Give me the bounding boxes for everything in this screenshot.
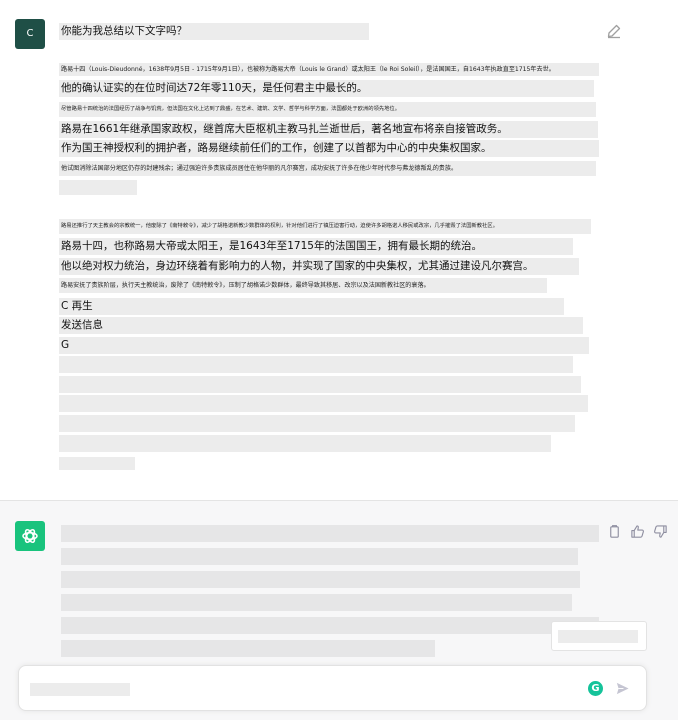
regenerate-button[interactable]: [551, 621, 647, 651]
redacted-line: [59, 395, 588, 412]
chatgpt-logo-icon: [15, 521, 45, 551]
redacted-line: [59, 356, 573, 373]
response-line: [61, 640, 435, 657]
copy-icon[interactable]: [607, 524, 622, 539]
response-line: [61, 525, 599, 542]
text-line: 发送信息: [59, 317, 583, 334]
text-line: 路易十四，也称路易大帝或太阳王，是1643年至1715年的法国国王，拥有最长期的…: [59, 238, 573, 255]
user-question: 你能为我总结以下文字吗？: [59, 23, 369, 40]
text-line: G: [59, 337, 589, 354]
text-line: 尽管路易十四统治的法国经历了战争与饥荒，但法国在文化上达到了鼎盛，在艺术、建筑、…: [59, 102, 596, 117]
message-input[interactable]: G: [18, 665, 647, 711]
redacted-line: [59, 457, 135, 470]
redacted-line: [59, 376, 581, 393]
user-avatar: C: [15, 19, 45, 49]
text-line: 路易安抚了贵族阶层，执行天主教统治，废除了《南特敕令》，压制了胡格诺少数群体，最…: [59, 278, 547, 293]
grammarly-icon[interactable]: G: [588, 681, 603, 696]
text-line: 作为国王神授权利的拥护者，路易继续前任们的工作，创建了以首都为中心的中央集权国家…: [59, 140, 599, 157]
edit-icon[interactable]: [606, 23, 622, 39]
thumbs-down-icon[interactable]: [653, 524, 668, 539]
redacted-placeholder: [30, 683, 130, 696]
redacted-line: [59, 435, 551, 452]
response-line: [61, 594, 572, 611]
text-line: 他试图消除法国部分地区仍存的封建残余；通过强迫许多贵族成员居住在他华丽的凡尔赛宫…: [59, 161, 596, 176]
text-line: C 再生: [59, 298, 564, 315]
text-line: 他以绝对权力统治，身边环绕着有影响力的人物，并实现了国家的中央集权，尤其通过建设…: [59, 258, 579, 275]
text-line: 路易十四: [59, 180, 137, 195]
response-line: [61, 617, 599, 634]
thumbs-up-icon[interactable]: [630, 524, 645, 539]
redacted-label: [558, 630, 638, 643]
text-line: 路易十四（Louis-Dieudonné，1638年9月5日 - 1715年9月…: [59, 63, 599, 76]
send-icon[interactable]: [615, 681, 630, 696]
text-line: 路易还推行了天主教会的宗教统一，他废除了《南特敕令》，减少了胡格诺新教少数群体的…: [59, 219, 591, 234]
text-line: 路易在1661年继承国家政权，继首席大臣枢机主教马扎兰逝世后，著名地宣布将亲自接…: [59, 121, 598, 138]
response-line: [61, 548, 578, 565]
response-line: [61, 571, 580, 588]
text-line: 他的确认证实的在位时间达72年零110天，是任何君主中最长的。: [59, 80, 594, 97]
redacted-line: [59, 415, 575, 432]
